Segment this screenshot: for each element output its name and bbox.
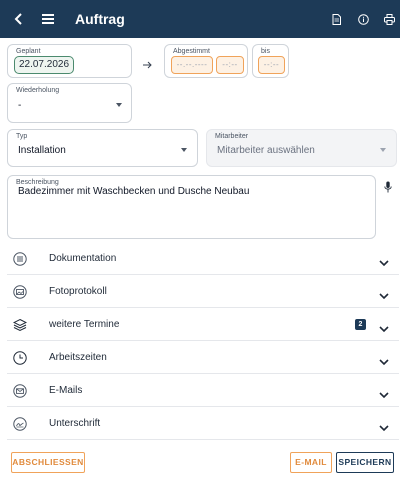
- abschliessen-button[interactable]: ABSCHLIESSEN: [11, 452, 85, 473]
- section-label: Dokumentation: [49, 253, 117, 264]
- wiederholung-select[interactable]: Wiederholung -: [7, 83, 132, 123]
- abgestimmt-label: Abgestimmt: [173, 48, 210, 55]
- section-fotoprotokoll[interactable]: Fotoprotokoll: [7, 275, 399, 308]
- list-icon: [13, 252, 27, 266]
- beschreibung-label: Beschreibung: [16, 179, 59, 186]
- section-label: Fotoprotokoll: [49, 286, 107, 297]
- section-label: Unterschrift: [49, 418, 101, 429]
- section-unterschrift[interactable]: Unterschrift: [7, 407, 399, 440]
- speichern-button[interactable]: SPEICHERN: [336, 452, 394, 473]
- mitarbeiter-placeholder: Mitarbeiter auswählen: [217, 145, 315, 156]
- geplant-date-input[interactable]: 22.07.2026: [14, 56, 74, 74]
- section-e-mails[interactable]: E-Mails: [7, 374, 399, 407]
- abgestimmt-time-input[interactable]: --:--: [216, 56, 244, 74]
- wiederholung-label: Wiederholung: [16, 87, 60, 94]
- back-arrow-icon[interactable]: [8, 8, 30, 30]
- mitarbeiter-label: Mitarbeiter: [215, 133, 249, 140]
- section-weitere-termine[interactable]: weitere Termine 2: [7, 308, 399, 341]
- count-badge: 2: [355, 319, 366, 330]
- mail-icon: [13, 384, 27, 398]
- abgestimmt-date-input[interactable]: --.--.----: [171, 56, 213, 74]
- section-arbeitszeiten[interactable]: Arbeitszeiten: [7, 341, 399, 374]
- chevron-down-icon: [380, 148, 386, 152]
- layers-icon: [12, 318, 28, 332]
- menu-icon[interactable]: [37, 8, 59, 30]
- abgestimmt-field: Abgestimmt --.--.---- --:--: [164, 44, 248, 78]
- page-title: Auftrag: [75, 11, 125, 27]
- chevron-down-icon: [379, 254, 389, 267]
- arrow-right-icon: [143, 56, 153, 74]
- document-icon[interactable]: [325, 8, 347, 30]
- section-label: E-Mails: [49, 385, 83, 396]
- bis-time-input[interactable]: --:--: [258, 56, 285, 74]
- signature-icon: [13, 417, 27, 431]
- typ-select[interactable]: Typ Installation: [7, 129, 198, 167]
- mitarbeiter-select[interactable]: Mitarbeiter Mitarbeiter auswählen: [206, 129, 397, 167]
- typ-label: Typ: [16, 133, 28, 140]
- app-bar: Auftrag: [0, 0, 400, 38]
- beschreibung-value: Badezimmer mit Waschbecken und Dusche Ne…: [18, 186, 250, 197]
- chevron-down-icon: [379, 419, 389, 432]
- typ-value: Installation: [18, 145, 66, 156]
- print-icon[interactable]: [378, 8, 400, 30]
- chevron-down-icon: [379, 353, 389, 366]
- chevron-down-icon: [379, 287, 389, 300]
- bis-label: bis: [261, 48, 270, 55]
- wiederholung-value: -: [18, 100, 22, 111]
- microphone-icon[interactable]: [384, 180, 392, 198]
- beschreibung-textarea[interactable]: Beschreibung Badezimmer mit Waschbecken …: [7, 175, 376, 239]
- email-button[interactable]: E-MAIL: [290, 452, 332, 473]
- chevron-down-icon: [116, 103, 122, 107]
- clock-icon: [13, 351, 27, 365]
- section-label: weitere Termine: [49, 319, 120, 330]
- chevron-down-icon: [181, 148, 187, 152]
- info-icon[interactable]: [352, 8, 374, 30]
- chevron-down-icon: [379, 386, 389, 399]
- geplant-label: Geplant: [16, 48, 41, 55]
- geplant-field: Geplant 22.07.2026: [7, 44, 132, 78]
- section-dokumentation[interactable]: Dokumentation: [7, 242, 399, 275]
- chevron-down-icon: [379, 320, 389, 333]
- photo-icon: [13, 285, 27, 299]
- bis-field: bis --:--: [252, 44, 289, 78]
- section-label: Arbeitszeiten: [49, 352, 107, 363]
